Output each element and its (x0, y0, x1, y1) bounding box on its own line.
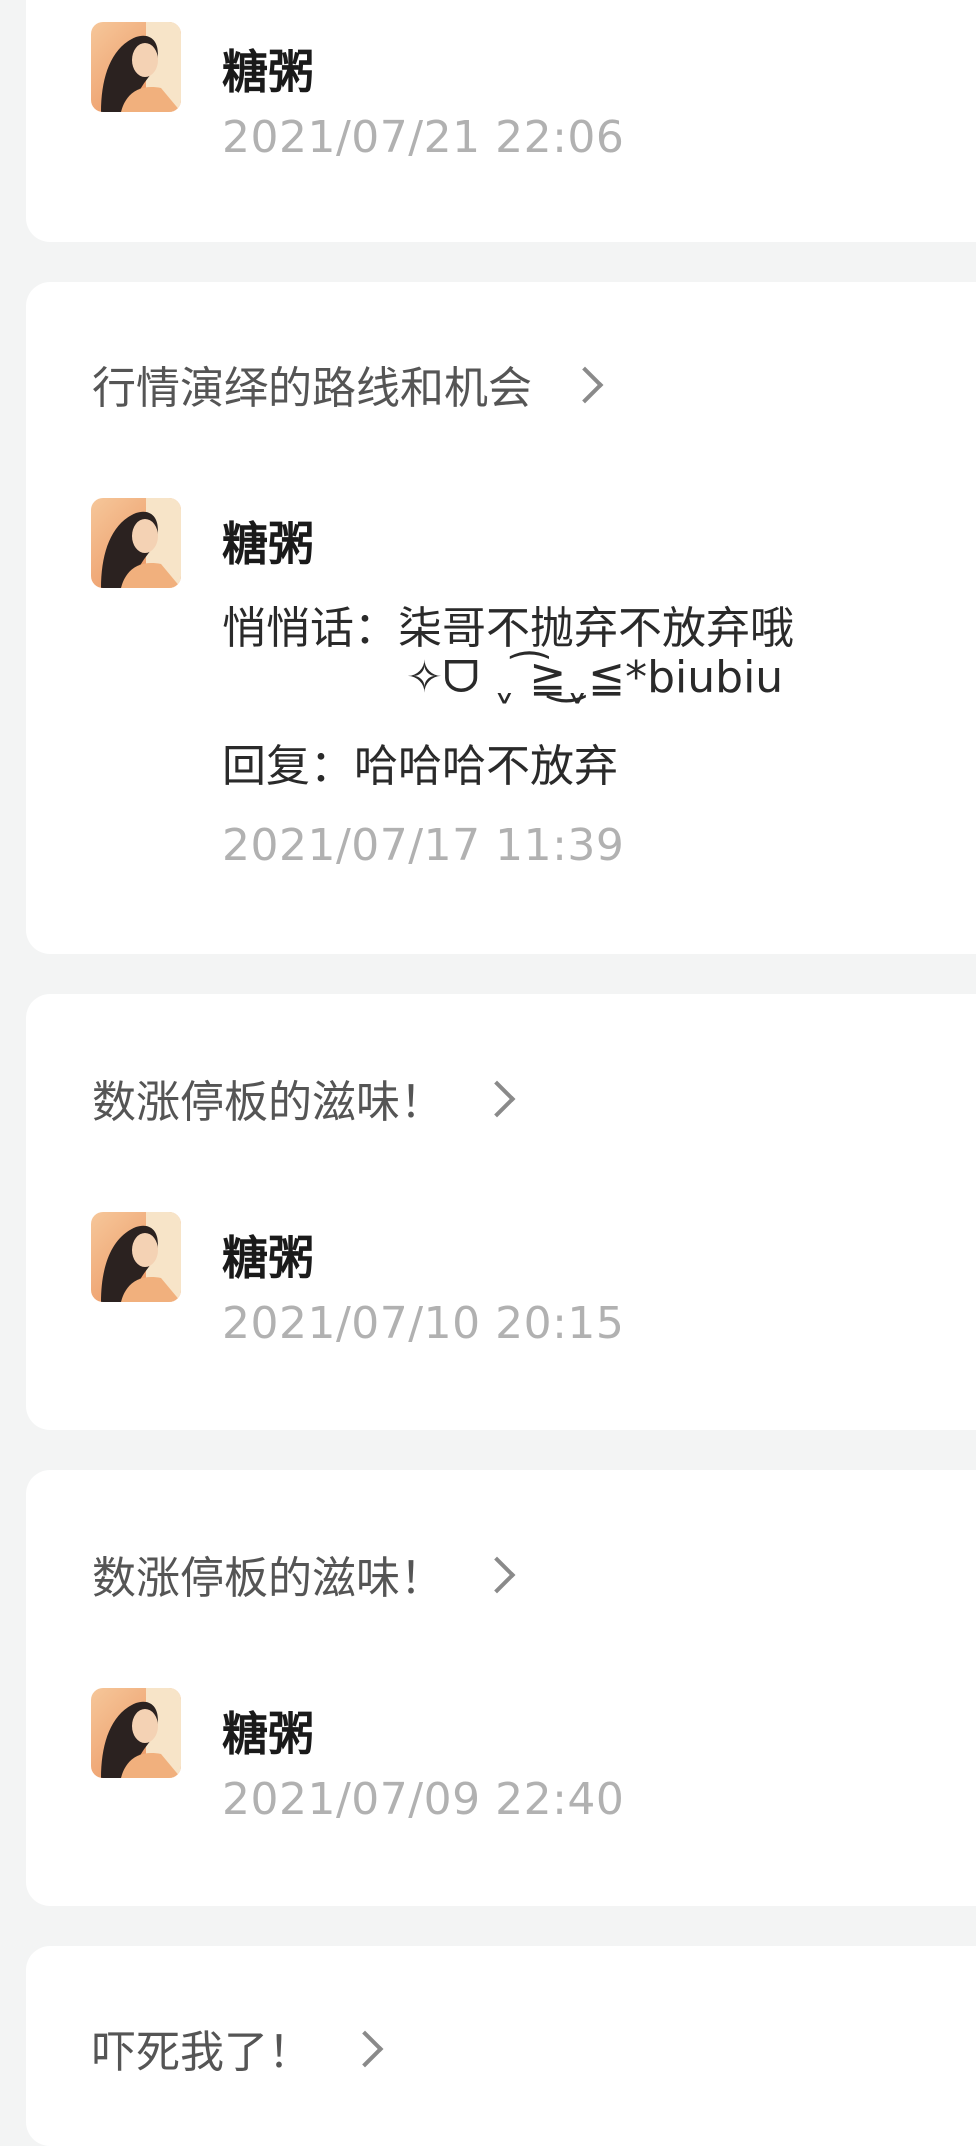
avatar-girl-portrait-icon (91, 1212, 181, 1302)
whisper-message-continued: ✧ᗜ ˬ ͡≧͜ˬ≦*biubiu (406, 652, 784, 703)
reply-message: 回复：哈哈哈不放弃 (222, 741, 618, 792)
post-card: 糖粥 2021/07/21 22:06 (26, 0, 976, 242)
post-title-link[interactable]: 吓死我了！ (92, 2016, 384, 2080)
timestamp: 2021/07/09 22:40 (222, 1774, 625, 1825)
post-title-link[interactable]: 数涨停板的滋味！ (92, 1542, 516, 1606)
chevron-right-icon (346, 2030, 384, 2068)
user-name[interactable]: 糖粥 (222, 1698, 314, 1764)
whisper-message: 悄悄话：柒哥不抛弃不放弃哦 (222, 603, 794, 654)
post-title-link[interactable]: 数涨停板的滋味！ (92, 1066, 516, 1130)
avatar[interactable] (91, 498, 181, 588)
timestamp: 2021/07/21 22:06 (222, 112, 625, 163)
avatar-girl-portrait-icon (91, 22, 181, 112)
avatar[interactable] (91, 22, 181, 112)
post-card: 行情演绎的路线和机会 糖粥 悄悄话：柒哥不抛弃不放弃哦 ✧ᗜ ˬ ͡≧͜ˬ≦*b… (26, 282, 976, 954)
chevron-right-icon (478, 1080, 516, 1118)
avatar-girl-portrait-icon (91, 1688, 181, 1778)
user-name[interactable]: 糖粥 (222, 508, 314, 574)
post-title: 吓死我了！ (92, 2027, 312, 2078)
avatar[interactable] (91, 1212, 181, 1302)
timestamp: 2021/07/10 20:15 (222, 1298, 625, 1349)
user-name[interactable]: 糖粥 (222, 1222, 314, 1288)
post-card: 数涨停板的滋味！ 糖粥 2021/07/09 22:40 (26, 1470, 976, 1906)
post-title-link[interactable]: 行情演绎的路线和机会 (92, 352, 604, 416)
user-name[interactable]: 糖粥 (222, 36, 314, 102)
avatar-girl-portrait-icon (91, 498, 181, 588)
post-title: 行情演绎的路线和机会 (92, 363, 532, 414)
chevron-right-icon (478, 1556, 516, 1594)
timestamp: 2021/07/17 11:39 (222, 820, 625, 871)
avatar[interactable] (91, 1688, 181, 1778)
chevron-right-icon (566, 366, 604, 404)
post-title: 数涨停板的滋味！ (92, 1553, 444, 1604)
post-title: 数涨停板的滋味！ (92, 1077, 444, 1128)
post-card: 吓死我了！ (26, 1946, 976, 2146)
post-card: 数涨停板的滋味！ 糖粥 2021/07/10 20:15 (26, 994, 976, 1430)
